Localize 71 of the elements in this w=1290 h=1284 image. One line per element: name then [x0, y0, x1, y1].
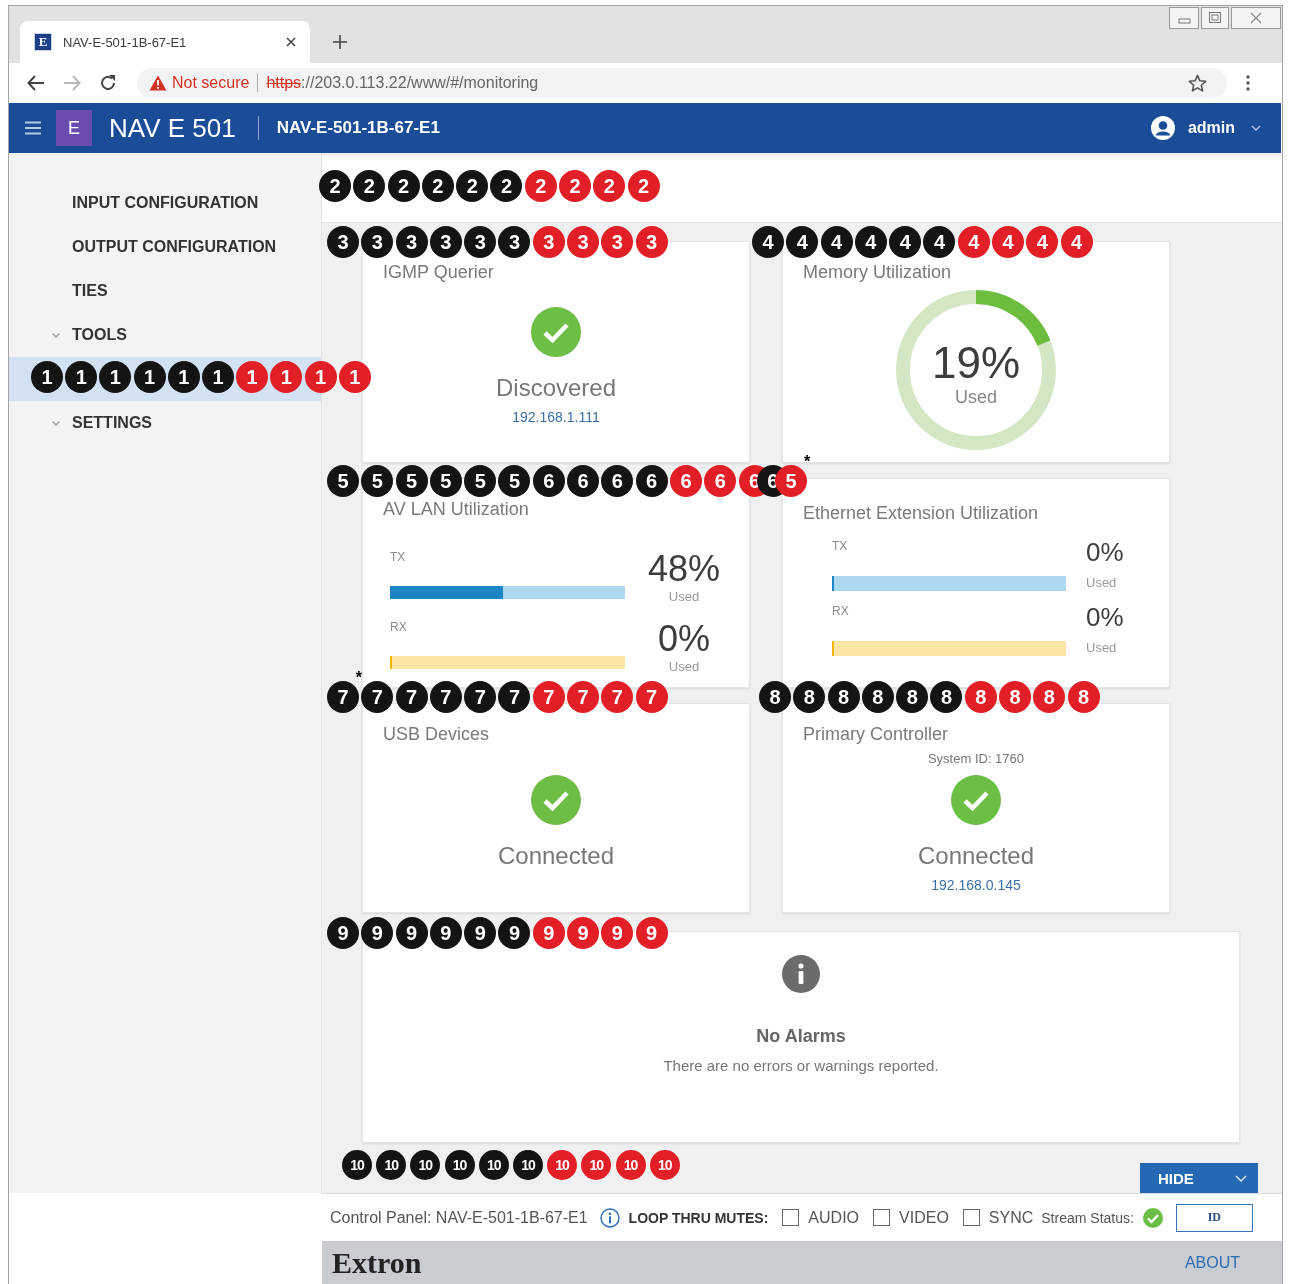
card-title: AV LAN Utilization [383, 498, 530, 521]
user-avatar-icon [1150, 116, 1175, 140]
reload-icon[interactable] [99, 74, 117, 92]
favicon-logo: E [34, 33, 52, 51]
sidebar-item[interactable]: SETTINGS [9, 401, 321, 445]
alarms-title: No Alarms [756, 1025, 846, 1048]
card-title: Primary Controller [803, 723, 950, 746]
card-title: USB Devices [383, 723, 491, 746]
usage-percent: 0% [1086, 538, 1124, 566]
app-title: NAV E 501 [109, 112, 236, 144]
minimize-icon[interactable] [1169, 7, 1199, 29]
alarms-message: There are no errors or warnings reported. [663, 1056, 939, 1076]
channel-label: TX [390, 549, 407, 565]
device-name: NAV-E-501-1B-67-E1 [276, 118, 440, 138]
channel-label: TX [832, 538, 849, 554]
usage-percent: 48% [647, 549, 721, 589]
browser-tab[interactable]: E NAV-E-501-1B-67-E1 [20, 21, 310, 63]
brand-name: Extron [332, 1246, 422, 1280]
status-text: Connected [497, 841, 615, 871]
id-button[interactable]: ID [1175, 1203, 1253, 1232]
card-title: Memory Utilization [803, 261, 953, 284]
checkbox[interactable] [782, 1209, 800, 1226]
usage-caption: Used [1086, 575, 1117, 591]
checkbox-label[interactable]: SYNC [988, 1208, 1034, 1227]
usage-caption: Used [668, 659, 700, 675]
status-text: Discovered [495, 373, 616, 403]
chevron-icon [52, 333, 60, 338]
card-title: IGMP Querier [383, 261, 495, 284]
usage-percent: 19% [931, 340, 1021, 386]
usage-percent: 0% [658, 619, 710, 659]
checkbox[interactable] [962, 1209, 980, 1226]
hide-button[interactable]: HIDE [1140, 1163, 1258, 1193]
sidebar-item[interactable]: TIES [9, 269, 321, 313]
sidebar-item[interactable]: INPUT CONFIGURATION [9, 181, 321, 225]
close-icon[interactable] [286, 37, 296, 47]
checkbox[interactable] [873, 1209, 891, 1226]
usage-caption: Used [1086, 640, 1117, 656]
channel-label: RX [832, 603, 850, 619]
usage-caption: Used [955, 386, 997, 408]
channel-label: RX [390, 619, 408, 635]
system-id: System ID: 1760 [927, 751, 1025, 767]
info-icon[interactable] [599, 1207, 620, 1228]
usage-caption: Used [668, 589, 700, 605]
maximize-icon[interactable] [1201, 7, 1229, 29]
info-icon [782, 955, 820, 993]
stream-status-label: Stream Status: [1041, 1209, 1134, 1226]
url-text: https://203.0.113.22/www/#/monitoring [266, 74, 540, 92]
user-menu-button[interactable]: admin [1150, 116, 1261, 140]
plus-icon[interactable] [333, 35, 347, 49]
security-label: Not secure [172, 74, 250, 92]
menu-icon[interactable] [25, 121, 41, 135]
app-logo: E [56, 110, 92, 146]
star-icon[interactable] [1188, 73, 1207, 93]
card-title: Ethernet Extension Utilization [803, 502, 1040, 525]
loop-thru-mutes-label: LOOP THRU MUTES: [628, 1209, 769, 1226]
control-panel-label: Control Panel: NAV-E-501-1B-67-E1 [330, 1208, 588, 1227]
usage-percent: 0% [1086, 603, 1124, 631]
chevron-icon [52, 421, 60, 426]
back-arrow-icon[interactable] [27, 74, 45, 92]
checkbox-label[interactable]: VIDEO [899, 1208, 949, 1227]
tab-title: NAV-E-501-1B-67-E1 [63, 34, 188, 50]
more-options-icon[interactable] [1246, 75, 1250, 91]
ip-address: 192.168.1.111 [512, 408, 600, 427]
ip-address: 192.168.0.145 [931, 876, 1021, 895]
sidebar-item[interactable]: OUTPUT CONFIGURATION [9, 225, 321, 269]
caret-icon [1234, 1174, 1247, 1182]
checkbox-label[interactable]: AUDIO [808, 1208, 860, 1227]
address-bar[interactable]: Not secure https://203.0.113.22/www/#/monitoring [137, 68, 1227, 98]
caret-icon [1251, 125, 1261, 131]
status-text: Connected [917, 841, 1035, 871]
sidebar-item[interactable]: TOOLS [9, 313, 321, 357]
